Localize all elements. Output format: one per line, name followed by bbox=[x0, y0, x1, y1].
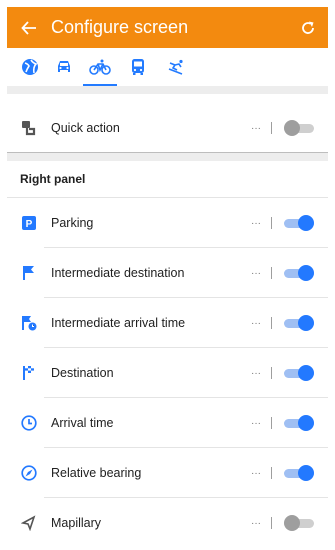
configure-screen: Configure screen Quick action ··· Right … bbox=[0, 0, 335, 550]
widget-row-intermediate-destination[interactable]: Intermediate destination ··· bbox=[7, 250, 328, 296]
widget-toggle[interactable] bbox=[284, 365, 314, 381]
mapillary-icon-wrap bbox=[7, 515, 51, 531]
widget-row-parking[interactable]: P Parking ··· bbox=[7, 200, 328, 246]
row-divider bbox=[44, 297, 328, 298]
quick-action-icon-wrap bbox=[7, 119, 51, 137]
bicycle-icon bbox=[89, 59, 111, 75]
more-icon[interactable]: ··· bbox=[251, 268, 271, 279]
divider bbox=[271, 122, 272, 134]
clock-icon-wrap bbox=[7, 415, 51, 431]
widget-label: Parking bbox=[51, 216, 94, 230]
skiing-icon bbox=[168, 59, 183, 75]
section-title-right-panel: Right panel bbox=[20, 172, 86, 186]
divider bbox=[271, 517, 272, 529]
compass-icon bbox=[21, 465, 37, 481]
row-divider bbox=[44, 397, 328, 398]
quick-action-row[interactable]: Quick action ··· bbox=[7, 105, 328, 151]
row-divider bbox=[7, 197, 328, 198]
mapillary-icon bbox=[21, 515, 36, 531]
tab-car[interactable] bbox=[47, 48, 81, 86]
widget-toggle[interactable] bbox=[284, 215, 314, 231]
parking-icon-wrap: P bbox=[7, 215, 51, 231]
flag-icon bbox=[23, 266, 34, 280]
section-divider bbox=[7, 153, 328, 161]
widget-row-mapillary[interactable]: Mapillary ··· bbox=[7, 500, 328, 546]
tab-bus[interactable] bbox=[121, 48, 155, 86]
reset-icon bbox=[302, 21, 314, 34]
more-icon[interactable]: ··· bbox=[251, 468, 271, 479]
divider bbox=[271, 317, 272, 329]
more-icon[interactable]: ··· bbox=[251, 123, 271, 134]
widget-label: Destination bbox=[51, 366, 114, 380]
widget-toggle[interactable] bbox=[284, 415, 314, 431]
arrow-left-icon bbox=[21, 20, 36, 35]
clock-icon bbox=[21, 415, 37, 431]
row-divider bbox=[44, 497, 328, 498]
more-icon[interactable]: ··· bbox=[251, 318, 271, 329]
more-icon[interactable]: ··· bbox=[251, 518, 271, 529]
back-button[interactable] bbox=[7, 7, 51, 48]
divider bbox=[271, 217, 272, 229]
widget-toggle[interactable] bbox=[284, 465, 314, 481]
flag-clock-icon bbox=[22, 316, 37, 331]
tab-bicycle[interactable] bbox=[83, 48, 117, 86]
checkered-flag-icon bbox=[23, 366, 34, 380]
car-icon bbox=[58, 61, 70, 72]
widget-row-arrival-time[interactable]: Arrival time ··· bbox=[7, 400, 328, 446]
tab-browse-map[interactable] bbox=[13, 48, 47, 86]
widget-row-relative-bearing[interactable]: Relative bearing ··· bbox=[7, 450, 328, 496]
section-divider bbox=[7, 86, 328, 94]
widget-label: Relative bearing bbox=[51, 466, 142, 480]
divider bbox=[271, 417, 272, 429]
svg-text:P: P bbox=[26, 219, 33, 230]
widget-label: Arrival time bbox=[51, 416, 114, 430]
widget-toggle[interactable] bbox=[284, 515, 314, 531]
page-title: Configure screen bbox=[51, 17, 189, 37]
row-divider bbox=[44, 247, 328, 248]
divider bbox=[271, 467, 272, 479]
checkered-flag-icon-wrap bbox=[7, 365, 51, 381]
widget-label: Intermediate destination bbox=[51, 266, 185, 280]
flag-clock-icon-wrap bbox=[7, 315, 51, 331]
profile-tabs bbox=[7, 48, 328, 86]
quick-action-label: Quick action bbox=[51, 121, 120, 135]
flag-icon-wrap bbox=[7, 265, 51, 281]
widget-row-destination[interactable]: Destination ··· bbox=[7, 350, 328, 396]
more-icon[interactable]: ··· bbox=[251, 368, 271, 379]
row-divider bbox=[44, 447, 328, 448]
divider bbox=[271, 367, 272, 379]
widget-toggle[interactable] bbox=[284, 265, 314, 281]
more-icon[interactable]: ··· bbox=[251, 218, 271, 229]
reset-button[interactable] bbox=[288, 7, 328, 48]
widget-row-intermediate-arrival-time[interactable]: Intermediate arrival time ··· bbox=[7, 300, 328, 346]
widget-toggle[interactable] bbox=[284, 315, 314, 331]
tab-skiing[interactable] bbox=[159, 48, 193, 86]
parking-icon: P bbox=[22, 216, 36, 230]
row-divider bbox=[44, 347, 328, 348]
compass-icon-wrap bbox=[7, 465, 51, 481]
widget-label: Intermediate arrival time bbox=[51, 316, 186, 330]
app-bar: Configure screen bbox=[7, 7, 328, 48]
bus-icon bbox=[132, 59, 144, 75]
quick-action-toggle[interactable] bbox=[284, 120, 314, 136]
quick-action-icon bbox=[22, 121, 36, 136]
divider bbox=[271, 267, 272, 279]
more-icon[interactable]: ··· bbox=[251, 418, 271, 429]
globe-icon bbox=[22, 59, 38, 75]
widget-label: Mapillary bbox=[51, 516, 102, 530]
